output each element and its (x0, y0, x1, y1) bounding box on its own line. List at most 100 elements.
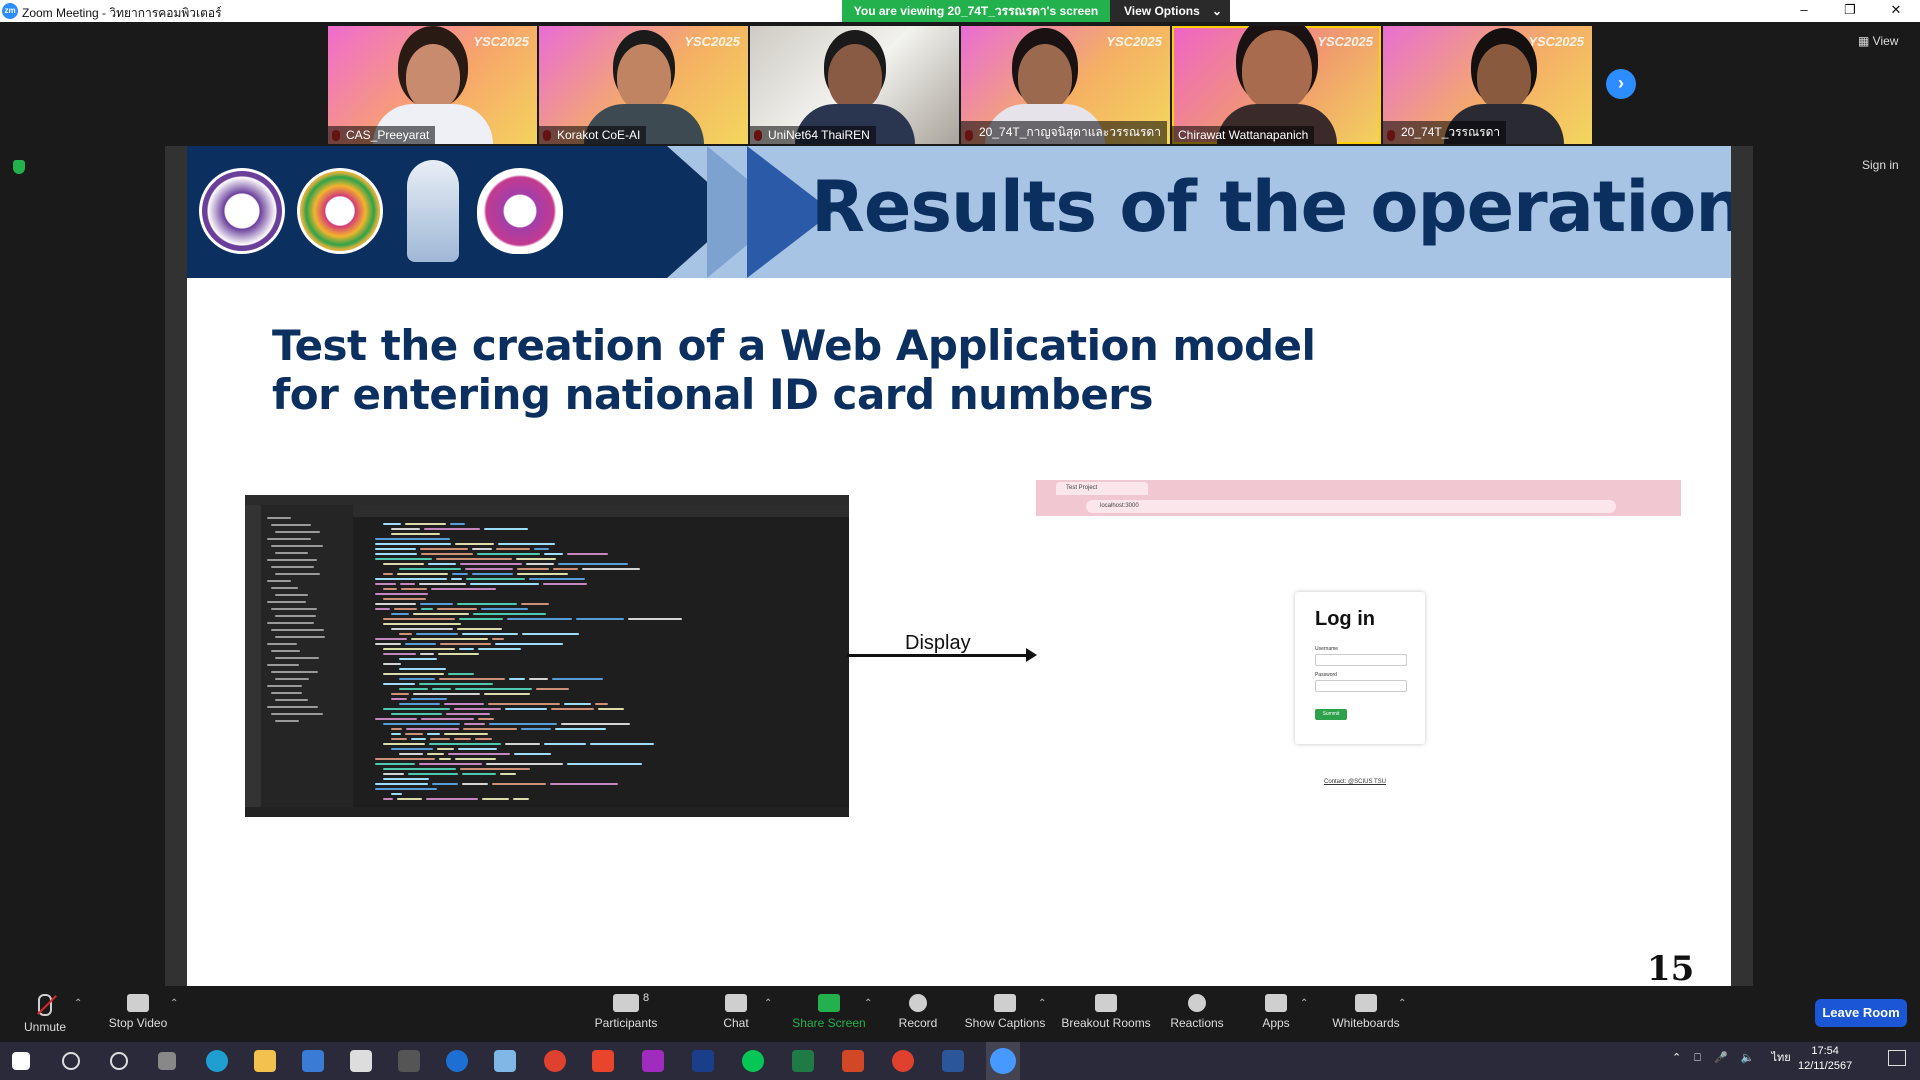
participant-tile[interactable]: YSC2025 Korakot CoE-AI (539, 26, 748, 144)
view-options-button[interactable]: View Options ⌄ (1110, 0, 1230, 22)
explorer-entry (267, 559, 317, 561)
file-explorer-icon[interactable] (254, 1050, 276, 1072)
chat-options-caret-icon[interactable]: ⌃ (764, 998, 772, 1009)
volume-icon[interactable]: 🔈 (1741, 1052, 1755, 1064)
code-token (391, 693, 409, 695)
code-editor-screenshot (245, 495, 849, 817)
captions-options-caret-icon[interactable]: ⌃ (1038, 998, 1046, 1009)
participant-tile[interactable]: YSC2025 CAS_Preeyarat (328, 26, 537, 144)
code-token (421, 608, 433, 610)
chat-button[interactable]: Chat (714, 986, 758, 1042)
video-options-caret-icon[interactable]: ⌃ (170, 998, 178, 1009)
leave-room-button[interactable]: Leave Room (1815, 999, 1907, 1027)
chrome-icon[interactable] (892, 1050, 914, 1072)
microphone-icon[interactable]: 🎤 (1714, 1052, 1728, 1064)
code-token (375, 583, 396, 585)
share-screen-button[interactable]: Share Screen (790, 986, 868, 1042)
code-token (383, 768, 456, 770)
code-token (383, 773, 404, 775)
code-token (544, 743, 586, 745)
taskbar-clock[interactable]: 17:54 12/11/2567 (1798, 1044, 1852, 1074)
code-token (375, 558, 432, 560)
share-options-caret-icon[interactable]: ⌃ (864, 998, 872, 1009)
explorer-entry (275, 699, 308, 701)
windows-start-icon[interactable] (12, 1052, 30, 1070)
tray-chevron-icon[interactable]: ⌃ (1672, 1052, 1681, 1064)
notification-icon[interactable] (1888, 1050, 1906, 1066)
mail-icon[interactable] (350, 1050, 372, 1072)
apps-button[interactable]: Apps (1254, 986, 1298, 1042)
code-token (383, 683, 415, 685)
code-token (432, 688, 451, 690)
whiteboards-button[interactable]: Whiteboards (1330, 986, 1402, 1042)
participant-tile-active-speaker[interactable]: YSC2025 Chirawat Wattanapanich (1172, 26, 1381, 144)
code-token (495, 643, 563, 645)
participants-button[interactable]: 8 Participants (590, 986, 662, 1042)
code-token (391, 528, 420, 530)
minimize-icon[interactable]: – (1781, 0, 1827, 22)
breakout-rooms-button[interactable]: Breakout Rooms (1060, 986, 1152, 1042)
code-token (375, 763, 415, 765)
reactions-button[interactable]: Reactions (1168, 986, 1226, 1042)
slide-subtitle: Test the creation of a Web Application m… (272, 321, 1372, 419)
code-token (551, 708, 594, 710)
code-token (406, 728, 459, 730)
notepad-icon[interactable] (494, 1050, 516, 1072)
code-token (383, 623, 461, 625)
line-app-icon[interactable] (742, 1050, 764, 1072)
app-icon[interactable] (398, 1050, 420, 1072)
slide-page-number: 15 (1647, 949, 1695, 986)
code-token (375, 603, 416, 605)
grid-icon: ▦ (1858, 34, 1873, 48)
record-button[interactable]: Record (892, 986, 944, 1042)
clock-date: 12/11/2567 (1798, 1060, 1853, 1072)
network-icon[interactable]: ⎕ (1694, 1052, 1701, 1064)
edge-browser-icon[interactable] (206, 1050, 228, 1072)
unmute-button[interactable]: Unmute (14, 986, 76, 1042)
excel-icon[interactable] (792, 1050, 814, 1072)
code-token (419, 583, 466, 585)
acrobat-icon[interactable] (592, 1050, 614, 1072)
participants-icon: 8 (613, 992, 649, 1012)
code-token (391, 733, 401, 735)
code-token (375, 783, 428, 785)
code-token (473, 613, 546, 615)
sign-in-link[interactable]: Sign in (1862, 158, 1899, 172)
participant-tile[interactable]: UniNet64 ThaiREN (750, 26, 959, 144)
chrome-icon[interactable] (544, 1050, 566, 1072)
view-button[interactable]: ▦ View (1858, 34, 1898, 48)
search-icon[interactable] (62, 1052, 80, 1070)
word-icon[interactable] (942, 1050, 964, 1072)
code-token (459, 618, 503, 620)
code-token (383, 563, 424, 565)
code-token (464, 723, 485, 725)
code-token (399, 678, 435, 680)
stop-video-button[interactable]: Stop Video (104, 986, 172, 1042)
powerpoint-icon[interactable] (842, 1050, 864, 1072)
participant-tile[interactable]: YSC2025 20_74T_วรรณรดา (1383, 26, 1592, 144)
app-icon[interactable] (642, 1050, 664, 1072)
next-page-arrow-icon[interactable]: › (1606, 69, 1636, 99)
show-captions-button[interactable]: Show Captions (964, 986, 1046, 1042)
code-token (411, 698, 447, 700)
apps-options-caret-icon[interactable]: ⌃ (1300, 998, 1308, 1009)
app-icon[interactable] (692, 1050, 714, 1072)
participant-tile[interactable]: YSC2025 20_74T_กาญจนิสุดาและวรรณรดา (961, 26, 1170, 144)
whiteboard-options-caret-icon[interactable]: ⌃ (1398, 998, 1406, 1009)
code-token (552, 678, 603, 680)
store-icon[interactable] (302, 1050, 324, 1072)
task-view-icon[interactable] (158, 1052, 176, 1070)
institute-logo (297, 168, 383, 254)
restore-icon[interactable]: ❐ (1827, 0, 1873, 22)
security-shield-icon[interactable] (13, 160, 25, 174)
subtitle-line-1: Test the creation of a Web Application m… (272, 321, 1316, 370)
editor-activity-bar (245, 505, 261, 807)
code-token (486, 763, 563, 765)
audio-options-caret-icon[interactable]: ⌃ (74, 998, 82, 1009)
slide-title: Results of the operation (811, 166, 1731, 248)
participant-name: CAS_Preeyarat (328, 126, 436, 144)
cortana-icon[interactable] (110, 1052, 128, 1070)
internet-explorer-icon[interactable] (446, 1050, 468, 1072)
close-icon[interactable]: ✕ (1873, 0, 1919, 22)
input-language[interactable]: ไทย (1771, 1052, 1790, 1064)
